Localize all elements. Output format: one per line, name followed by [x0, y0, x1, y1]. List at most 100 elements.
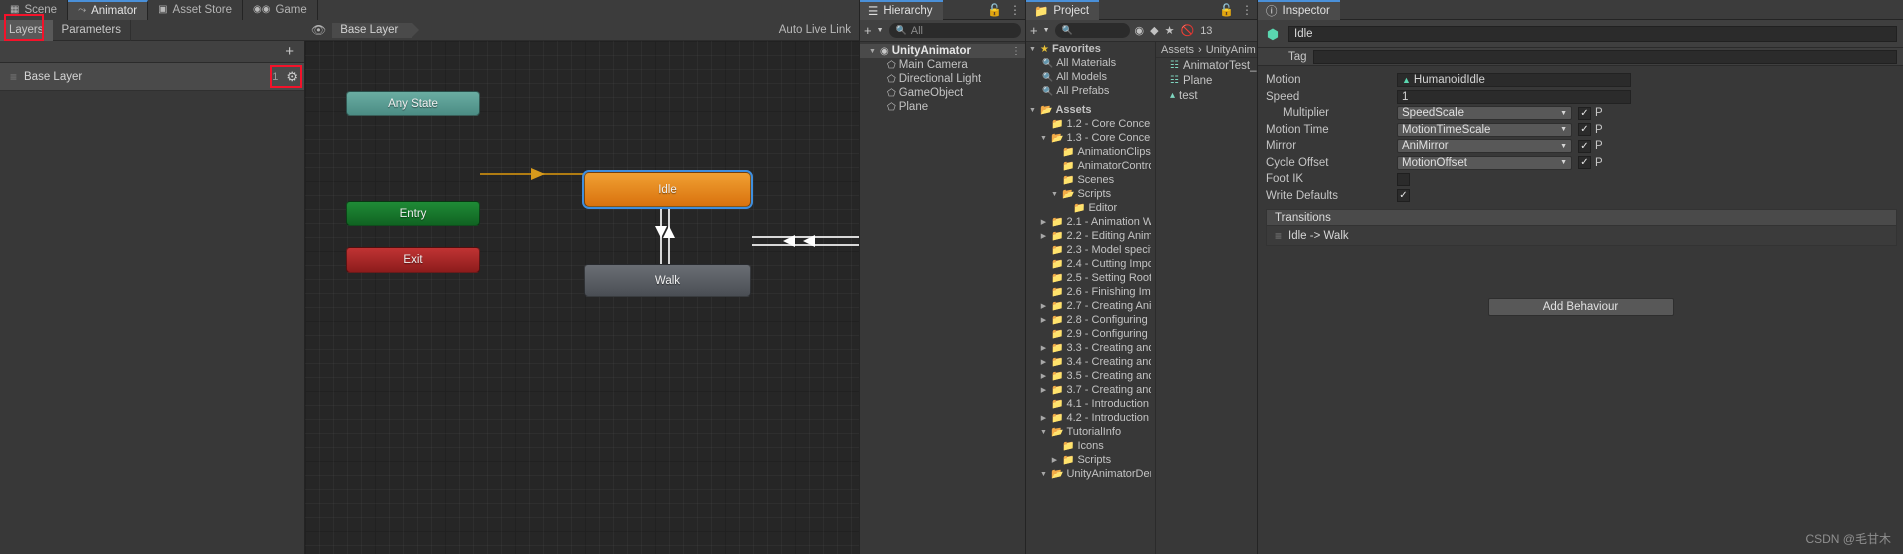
- tab-hierarchy[interactable]: ☰ Hierarchy: [860, 0, 943, 20]
- project-tree-row[interactable]: 📁 Icons: [1026, 439, 1155, 453]
- tab-asset-store[interactable]: ▣ Asset Store: [148, 0, 243, 20]
- project-favorites-header[interactable]: ▼ ★ Favorites: [1026, 42, 1155, 56]
- project-tree-row[interactable]: 📁2.9 - Configuring Hu: [1026, 327, 1155, 341]
- state-node-exit[interactable]: Exit: [346, 247, 480, 273]
- kebab-menu-icon[interactable]: ⋮: [1241, 4, 1253, 16]
- project-tree-row[interactable]: 📁 AnimationClips: [1026, 145, 1155, 159]
- chevron-right-icon[interactable]: ▶: [1039, 302, 1048, 310]
- state-machine-graph[interactable]: Any State Entry Exit Idle Walk: [305, 41, 859, 554]
- cycle-offset-parameter-checkbox[interactable]: ✓: [1578, 156, 1591, 170]
- tab-project[interactable]: 📁 Project: [1026, 0, 1100, 20]
- project-breadcrumb-folder[interactable]: UnityAnim: [1206, 44, 1256, 56]
- asset-item-plane[interactable]: ☷ Plane: [1156, 73, 1257, 88]
- chevron-down-icon[interactable]: ▼: [1050, 191, 1059, 198]
- project-tree-row[interactable]: ▶📁2.8 - Configuring Ge: [1026, 313, 1155, 327]
- project-tree-row[interactable]: ▶📁3.7 - Creating and c: [1026, 383, 1155, 397]
- chevron-right-icon[interactable]: ▶: [1039, 316, 1048, 324]
- motion-time-dropdown[interactable]: MotionTimeScale ▼: [1397, 122, 1572, 137]
- hierarchy-item-main-camera[interactable]: ⬠ Main Camera: [860, 58, 1025, 72]
- state-node-any-state[interactable]: Any State: [346, 91, 480, 116]
- drag-handle-icon[interactable]: ≡: [10, 70, 17, 84]
- state-name-input[interactable]: Idle: [1288, 25, 1897, 42]
- project-favorite-all-materials[interactable]: 🔍 All Materials: [1026, 56, 1155, 70]
- cycle-offset-dropdown[interactable]: MotionOffset ▼: [1397, 155, 1572, 170]
- asset-item-animatortest-1[interactable]: ☷ AnimatorTest_1: [1156, 58, 1257, 73]
- project-tree-row[interactable]: 📁 Editor: [1026, 201, 1155, 215]
- chevron-down-icon[interactable]: ▼: [1039, 135, 1048, 142]
- project-search-input[interactable]: 🔍: [1054, 23, 1130, 38]
- project-asset-list[interactable]: Assets › UnityAnim ☷ AnimatorTest_1 ☷ Pl…: [1156, 42, 1257, 554]
- kebab-menu-icon[interactable]: ⋮: [1009, 4, 1021, 16]
- breadcrumb[interactable]: Base Layer: [332, 22, 420, 38]
- chevron-right-icon[interactable]: ▶: [1039, 414, 1048, 422]
- project-tree-row[interactable]: ▼ 📂 Scripts: [1026, 187, 1155, 201]
- project-tree-row[interactable]: 📁4.1 - Introduction to: [1026, 397, 1155, 411]
- project-tree-row[interactable]: ▶📁2.7 - Creating Anima: [1026, 299, 1155, 313]
- speed-input[interactable]: 1: [1397, 89, 1631, 104]
- project-tree-row[interactable]: 📁2.3 - Model specific: [1026, 243, 1155, 257]
- project-tree-row[interactable]: ▶📁3.3 - Creating and c: [1026, 341, 1155, 355]
- chevron-right-icon[interactable]: ▶: [1039, 232, 1048, 240]
- layer-row-base[interactable]: ≡ Base Layer 1 ⚙: [0, 63, 304, 91]
- chevron-down-icon[interactable]: ▼: [1039, 429, 1048, 436]
- hierarchy-item-directional-light[interactable]: ⬠ Directional Light: [860, 72, 1025, 86]
- project-tree-row[interactable]: ▶📁3.5 - Creating and c: [1026, 369, 1155, 383]
- project-tree-row[interactable]: ▶ 📁 Scripts: [1026, 453, 1155, 467]
- hierarchy-tree[interactable]: ▼ ◉ UnityAnimator ⋮ ⬠ Main Camera ⬠ Dire…: [860, 42, 1025, 554]
- state-node-entry[interactable]: Entry: [346, 201, 480, 226]
- chevron-right-icon[interactable]: ▶: [1039, 386, 1048, 394]
- motion-time-parameter-checkbox[interactable]: ✓: [1578, 123, 1591, 137]
- kebab-menu-icon[interactable]: ⋮: [1011, 46, 1021, 57]
- project-assets-root[interactable]: ▼ 📂 Assets: [1026, 103, 1155, 117]
- project-tree-row[interactable]: ▶📁3.4 - Creating and c: [1026, 355, 1155, 369]
- subtab-parameters[interactable]: Parameters: [53, 20, 130, 41]
- project-tree-row[interactable]: 📁2.6 - Finishing Impo: [1026, 285, 1155, 299]
- project-tree-row[interactable]: 📁2.4 - Cutting Import: [1026, 257, 1155, 271]
- gear-icon[interactable]: ⚙: [286, 70, 298, 83]
- auto-live-link-toggle[interactable]: Auto Live Link: [779, 24, 851, 36]
- chevron-right-icon[interactable]: ▶: [1039, 358, 1048, 366]
- label-filter-icon[interactable]: ◆: [1150, 24, 1158, 37]
- chevron-down-icon[interactable]: ▼: [1039, 471, 1048, 478]
- mirror-dropdown[interactable]: AniMirror ▼: [1397, 139, 1572, 154]
- motion-object-field[interactable]: ▲ HumanoidIdle: [1397, 73, 1631, 88]
- mirror-parameter-checkbox[interactable]: ✓: [1578, 139, 1591, 153]
- chevron-right-icon[interactable]: ▶: [1039, 218, 1048, 226]
- lock-icon[interactable]: 🔓: [987, 4, 1002, 16]
- hidden-packages-icon[interactable]: 🚫: [1180, 24, 1194, 37]
- hierarchy-item-unityanimator[interactable]: ▼ ◉ UnityAnimator ⋮: [860, 44, 1025, 58]
- project-add-button[interactable]: +: [1030, 23, 1038, 38]
- project-tree-row[interactable]: ▼📂1.3 - Core Concepts: [1026, 131, 1155, 145]
- chevron-down-icon[interactable]: ▼: [1043, 27, 1050, 34]
- tab-scene[interactable]: ▦ Scene: [0, 0, 69, 20]
- lock-icon[interactable]: 🔓: [1219, 4, 1234, 16]
- project-tree-row[interactable]: ▶📁2.2 - Editing Animati: [1026, 229, 1155, 243]
- state-node-idle[interactable]: Idle: [582, 170, 753, 209]
- foot-ik-checkbox[interactable]: [1397, 172, 1410, 186]
- project-breadcrumb-assets[interactable]: Assets: [1161, 44, 1194, 56]
- transition-row-idle-walk[interactable]: ≡ Idle -> Walk: [1267, 226, 1896, 245]
- chevron-right-icon[interactable]: ▶: [1050, 456, 1059, 464]
- favorite-star-icon[interactable]: ★: [1165, 24, 1175, 37]
- drag-handle-icon[interactable]: ≡: [1275, 229, 1282, 243]
- tab-game[interactable]: ◉◉ Game: [243, 0, 318, 20]
- project-tree-row[interactable]: ▼📂UnityAnimatorDemo: [1026, 467, 1155, 481]
- hierarchy-item-plane[interactable]: ⬠ Plane: [860, 100, 1025, 114]
- tab-inspector[interactable]: ⓘ Inspector: [1258, 0, 1340, 20]
- project-tree-row[interactable]: 📁2.5 - Setting Root M: [1026, 271, 1155, 285]
- project-tree[interactable]: ▼ ★ Favorites 🔍 All Materials 🔍 All Mode…: [1026, 42, 1156, 554]
- project-favorite-all-models[interactable]: 🔍 All Models: [1026, 70, 1155, 84]
- chevron-down-icon[interactable]: ▼: [1028, 46, 1037, 53]
- project-tree-row[interactable]: 📁 Scenes: [1026, 173, 1155, 187]
- chevron-right-icon[interactable]: ▶: [1039, 344, 1048, 352]
- project-tree-row[interactable]: ▼ 📂 TutorialInfo: [1026, 425, 1155, 439]
- eye-icon[interactable]: 👁: [311, 24, 326, 36]
- project-favorite-all-prefabs[interactable]: 🔍 All Prefabs: [1026, 84, 1155, 98]
- project-tree-row[interactable]: ▶📁4.2 - Introduction to: [1026, 411, 1155, 425]
- tag-input[interactable]: [1312, 49, 1897, 64]
- tab-animator[interactable]: ⤳ Animator: [68, 0, 149, 20]
- chevron-right-icon[interactable]: ▶: [1039, 372, 1048, 380]
- multiplier-parameter-checkbox[interactable]: ✓: [1578, 106, 1591, 120]
- asset-filter-icon[interactable]: ◉: [1135, 24, 1145, 37]
- multiplier-dropdown[interactable]: SpeedScale ▼: [1397, 106, 1572, 121]
